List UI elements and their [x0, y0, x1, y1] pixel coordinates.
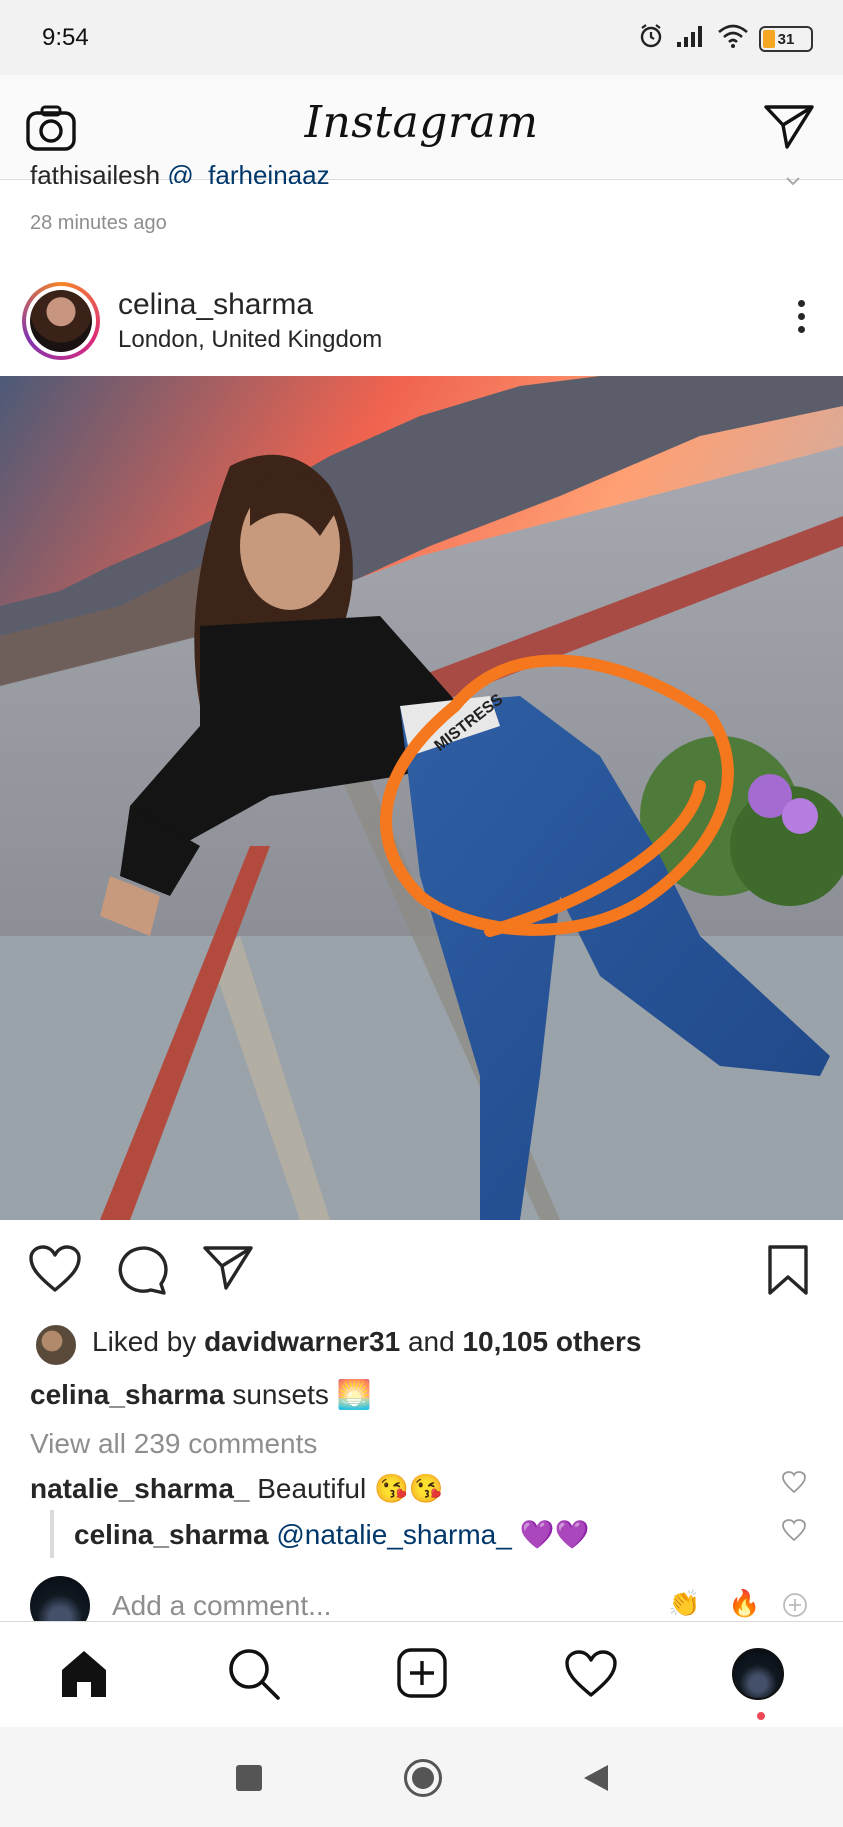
bookmark-icon[interactable]: [766, 1244, 810, 1301]
more-options-icon[interactable]: [798, 300, 805, 333]
previous-comment-mention[interactable]: @_farheinaaz_: [167, 160, 344, 184]
search-icon[interactable]: [226, 1646, 282, 1707]
system-nav-bar: [0, 1727, 843, 1827]
alarm-icon: [637, 22, 665, 56]
liker-username[interactable]: davidwarner31: [204, 1326, 400, 1357]
post-caption: celina_sharma sunsets 🌅: [30, 1378, 372, 1411]
status-icons: 31: [637, 22, 813, 56]
status-time: 9:54: [42, 24, 89, 51]
paper-plane-icon[interactable]: [763, 103, 815, 156]
post-username[interactable]: celina_sharma: [118, 288, 313, 322]
avatar[interactable]: [30, 290, 92, 352]
reply-like-heart-icon[interactable]: [781, 1518, 807, 1547]
comment-icon[interactable]: [116, 1244, 168, 1301]
reply-thread-line: [50, 1510, 54, 1558]
home-icon[interactable]: [58, 1648, 110, 1705]
caption-emoji: 🌅: [336, 1379, 372, 1410]
status-bar: 9:54 31: [0, 0, 843, 75]
signal-icon: [675, 24, 707, 54]
post-time-ago: 28 minutes ago: [30, 212, 167, 234]
add-comment-input[interactable]: Add a comment...: [112, 1590, 331, 1622]
comment-emoji: 😘😘: [374, 1473, 444, 1504]
reply-item: celina_sharma @natalie_sharma_ 💜💜: [74, 1518, 589, 1551]
post-photo[interactable]: MISTRESS: [0, 376, 843, 1220]
likes-prefix: Liked by: [92, 1326, 197, 1357]
back-button[interactable]: [582, 1763, 610, 1798]
caption-username[interactable]: celina_sharma: [30, 1379, 225, 1410]
comment-text: Beautiful: [257, 1473, 367, 1504]
reply-username[interactable]: celina_sharma: [74, 1519, 269, 1550]
profile-avatar-tab[interactable]: [732, 1648, 784, 1700]
likes-count[interactable]: 10,105 others: [462, 1326, 641, 1357]
reply-emoji: 💜💜: [519, 1519, 590, 1550]
view-all-comments[interactable]: View all 239 comments: [30, 1428, 317, 1460]
heart-icon[interactable]: [28, 1244, 82, 1299]
battery-indicator: 31: [759, 26, 813, 52]
previous-comment: fathisailesh @_farheinaaz_: [30, 160, 344, 184]
likes-summary[interactable]: Liked by davidwarner31 and 10,105 others: [92, 1326, 641, 1358]
chevron-down-icon: [785, 170, 801, 191]
reply-mention[interactable]: @natalie_sharma_: [276, 1519, 511, 1550]
activity-heart-icon[interactable]: [564, 1649, 618, 1704]
comment-like-heart-icon[interactable]: [781, 1470, 807, 1499]
instagram-logo: Instagram: [304, 97, 539, 148]
previous-comment-user[interactable]: fathisailesh: [30, 160, 160, 184]
likes-conj: and: [407, 1326, 455, 1357]
recents-button[interactable]: [236, 1765, 262, 1791]
notification-dot: [757, 1712, 765, 1720]
clap-emoji-button[interactable]: 👏: [668, 1588, 700, 1619]
add-emoji-icon[interactable]: [782, 1592, 808, 1623]
post-location[interactable]: London, United Kingdom: [118, 326, 382, 354]
home-button[interactable]: [404, 1759, 442, 1797]
caption-text: sunsets: [232, 1379, 329, 1410]
new-post-icon[interactable]: [396, 1647, 448, 1704]
wifi-icon: [717, 24, 749, 54]
comment-username[interactable]: natalie_sharma_: [30, 1473, 249, 1504]
liker-avatar[interactable]: [34, 1323, 78, 1367]
bottom-nav: [0, 1621, 843, 1728]
comment-item: natalie_sharma_ Beautiful 😘😘: [30, 1472, 444, 1505]
share-icon[interactable]: [202, 1244, 254, 1297]
fire-emoji-button[interactable]: 🔥: [728, 1588, 760, 1619]
